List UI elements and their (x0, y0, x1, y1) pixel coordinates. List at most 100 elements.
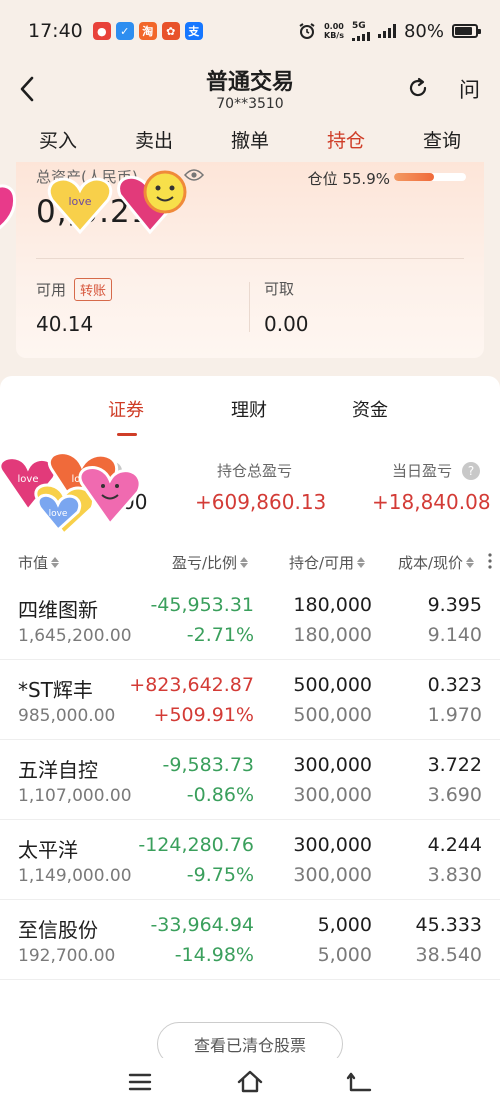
total-pl-value: +609,860.13 (195, 490, 327, 514)
app-notification-icon: 支 (184, 22, 203, 40)
market-value-total: 00 (122, 490, 148, 514)
status-bar: 17:40 ● ✓ 淘 ✿ 支 0.00 KB/s 5G 80% (0, 0, 500, 62)
return-icon[interactable] (346, 1070, 374, 1094)
holdings-list: 四维图新 1,645,200.00 -45,953.31 -2.71% 180,000 1… (0, 580, 500, 980)
cost-price: 3.722 (427, 754, 482, 776)
subtab-securities[interactable]: 证券 (108, 396, 144, 436)
available-label-row: 可用 转账 (36, 278, 113, 301)
stock-name: *ST辉丰 (18, 678, 93, 702)
info-icon[interactable]: ? (104, 462, 122, 480)
cost-price: 0.323 (427, 674, 482, 696)
net-speed: 0.00 KB/s (324, 22, 344, 40)
sort-icon (51, 557, 60, 568)
profit-loss: -124,280.76 (138, 834, 254, 856)
sort-holding[interactable]: 持仓/可用 (289, 552, 366, 573)
holdings-summary: ? 00 持仓总盈亏 +609,860.13 当日盈亏 ? +18,840.08 (0, 460, 500, 526)
tab-buy[interactable]: 买入 (18, 118, 98, 162)
position-bar (394, 173, 466, 181)
ask-button[interactable]: 问 (459, 74, 480, 104)
profit-loss: -33,964.94 (150, 914, 254, 936)
available-value: 40.14 (36, 312, 94, 336)
cost-price: 9.395 (427, 594, 482, 616)
profit-loss-ratio: -2.71% (186, 624, 254, 646)
battery-icon (452, 24, 481, 38)
available-qty: 5,000 (317, 944, 372, 966)
cost-price: 45.333 (415, 914, 482, 936)
market-value: 985,000.00 (18, 706, 116, 726)
app-notification-icon: ✓ (115, 22, 134, 40)
sort-icon (240, 557, 249, 568)
subtab-wealth[interactable]: 理财 (231, 396, 267, 422)
more-icon[interactable] (486, 552, 494, 570)
info-icon[interactable]: ? (462, 462, 480, 480)
available-label: 可用 (36, 281, 67, 299)
stock-name: 五洋自控 (18, 758, 98, 782)
market-value: 192,700.00 (18, 946, 116, 966)
home-icon[interactable] (236, 1068, 264, 1094)
withdrawable-label: 可取 (264, 280, 295, 298)
notification-icons: ● ✓ 淘 ✿ 支 (92, 22, 203, 40)
cost-price: 4.244 (427, 834, 482, 856)
app-notification-icon: 淘 (138, 22, 157, 40)
profit-loss-ratio: -0.86% (186, 784, 254, 806)
holding-row[interactable]: 至信股份 192,700.00 -33,964.94 -14.98% 5,000 5,00… (0, 900, 500, 980)
daily-pl-value: +18,840.08 (372, 490, 491, 514)
refresh-icon[interactable] (406, 76, 430, 100)
current-price: 3.690 (427, 784, 482, 806)
clock: 17:40 (28, 20, 83, 42)
signal-icon (351, 31, 370, 41)
trade-tabs: 买入 卖出 撤单 持仓 查询 (0, 118, 500, 166)
top-bar: 普通交易 70**3510 问 (0, 62, 500, 118)
total-pl-label: 持仓总盈亏 (217, 462, 293, 480)
holding-qty: 5,000 (317, 914, 372, 936)
sort-icon (357, 557, 366, 568)
profit-loss-ratio: -14.98% (174, 944, 254, 966)
tab-sell[interactable]: 卖出 (114, 118, 194, 162)
stock-name: 太平洋 (18, 838, 78, 862)
daily-pl-label: 当日盈亏 (392, 462, 453, 480)
holding-row[interactable]: 五洋自控 1,107,000.00 -9,583.73 -0.86% 300,000 30… (0, 740, 500, 820)
sort-cost-price[interactable]: 成本/现价 (398, 552, 475, 573)
eye-icon[interactable] (184, 168, 204, 182)
market-value: 1,149,000.00 (18, 866, 132, 886)
available-qty: 180,000 (293, 624, 372, 646)
position-ratio: 仓位 55.9% (307, 170, 390, 188)
holding-row[interactable]: 太平洋 1,149,000.00 -124,280.76 -9.75% 300,000 3… (0, 820, 500, 900)
market-value: 1,645,200.00 (18, 626, 132, 646)
network-type: 5G (351, 20, 366, 31)
tab-query[interactable]: 查询 (402, 118, 482, 162)
holding-row[interactable]: 四维图新 1,645,200.00 -45,953.31 -2.71% 180,000 1… (0, 580, 500, 660)
market-value: 1,107,000.00 (18, 786, 132, 806)
asset-type-tabs: 证券 理财 资金 (0, 396, 500, 436)
profit-loss: +823,642.87 (129, 674, 254, 696)
current-price: 9.140 (427, 624, 482, 646)
holding-qty: 300,000 (293, 754, 372, 776)
tab-positions[interactable]: 持仓 (306, 118, 386, 166)
heart-sticker (0, 184, 17, 230)
sort-market-value[interactable]: 市值 (18, 552, 60, 573)
current-price: 1.970 (427, 704, 482, 726)
current-price: 3.830 (427, 864, 482, 886)
current-price: 38.540 (415, 944, 482, 966)
alarm-icon (299, 23, 315, 39)
subtab-funds[interactable]: 资金 (352, 396, 388, 422)
stock-name: 四维图新 (18, 598, 98, 622)
holding-qty: 300,000 (293, 834, 372, 856)
transfer-button[interactable]: 转账 (74, 278, 113, 301)
withdrawable-value: 0.00 (264, 312, 309, 336)
tab-cancel[interactable]: 撤单 (210, 118, 290, 162)
holdings-panel: 证券 理财 资金 ? 00 持仓总盈亏 +609,860.13 当日盈亏 ? +… (0, 376, 500, 1111)
divider (36, 258, 464, 259)
sort-icon (466, 557, 475, 568)
holding-row[interactable]: *ST辉丰 985,000.00 +823,642.87 +509.91% 500,00… (0, 660, 500, 740)
stock-name: 至信股份 (18, 918, 98, 942)
asset-card: 总资产(人民币) 仓位 55.9% 0,,0.21 可用 转账 40.14 可取… (16, 162, 484, 358)
divider (249, 282, 250, 332)
profit-loss: -45,953.31 (150, 594, 254, 616)
sort-profit-loss[interactable]: 盈亏/比例 (172, 552, 249, 573)
total-assets-value: 0,,0.21 (36, 194, 152, 230)
available-qty: 300,000 (293, 784, 372, 806)
total-assets-label: 总资产(人民币) (36, 168, 138, 186)
signal-icon (377, 24, 396, 38)
menu-icon[interactable] (128, 1070, 152, 1094)
